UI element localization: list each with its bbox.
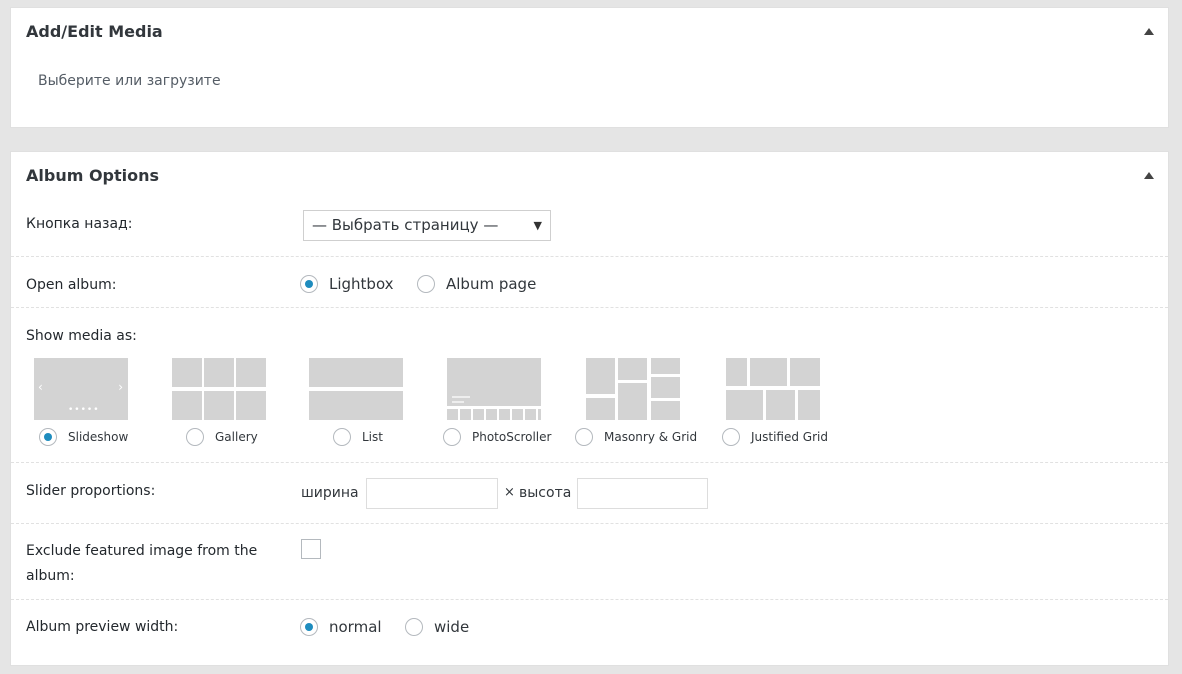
radio-button[interactable]: [186, 428, 204, 446]
radio-masonry-grid[interactable]: Masonry & Grid: [575, 428, 697, 446]
masonry-grid-preview-icon[interactable]: [586, 358, 680, 420]
radio-label: normal: [329, 618, 382, 636]
radio-label: Album page: [446, 275, 537, 293]
divider: [11, 256, 1168, 257]
select-or-upload-hint[interactable]: Выберите или загрузите: [38, 73, 221, 89]
times-sign: ×: [504, 485, 515, 500]
radio-button[interactable]: [575, 428, 593, 446]
panel-title: Album Options: [26, 166, 160, 185]
album-options-panel: Album Options Кнопка назад: — Выбрать ст…: [10, 151, 1169, 666]
slider-height-input[interactable]: [577, 478, 708, 509]
divider: [11, 462, 1168, 463]
radio-label: List: [362, 430, 383, 444]
gallery-preview-icon[interactable]: [172, 358, 266, 420]
radio-wide[interactable]: wide: [405, 618, 469, 636]
divider: [11, 599, 1168, 600]
divider: [11, 523, 1168, 524]
photoscroller-preview-icon[interactable]: [447, 358, 541, 420]
radio-label: Gallery: [215, 430, 258, 444]
radio-list[interactable]: List: [333, 428, 383, 446]
exclude-featured-checkbox[interactable]: [301, 539, 321, 559]
radio-button[interactable]: [300, 275, 318, 293]
slideshow-preview-icon[interactable]: ‹ › •••••: [34, 358, 128, 420]
exclude-featured-label-line1: Exclude featured image from the: [26, 543, 258, 559]
radio-button[interactable]: [39, 428, 57, 446]
radio-lightbox[interactable]: Lightbox: [300, 275, 394, 293]
chevron-down-icon: ▼: [533, 219, 542, 232]
radio-label: Lightbox: [329, 275, 394, 293]
radio-button[interactable]: [443, 428, 461, 446]
radio-label: Masonry & Grid: [604, 430, 698, 444]
radio-button[interactable]: [417, 275, 435, 293]
radio-button[interactable]: [300, 618, 318, 636]
panel-title: Add/Edit Media: [26, 22, 163, 41]
collapse-toggle-icon[interactable]: [1144, 172, 1154, 179]
radio-album-page[interactable]: Album page: [417, 275, 536, 293]
back-button-label: Кнопка назад:: [26, 216, 133, 232]
add-edit-media-panel: Add/Edit Media Выберите или загрузите: [10, 7, 1169, 128]
radio-photoscroller[interactable]: PhotoScroller: [443, 428, 551, 446]
collapse-toggle-icon[interactable]: [1144, 28, 1154, 35]
back-page-select[interactable]: — Выбрать страницу — ▼: [303, 210, 551, 241]
radio-label: Slideshow: [68, 430, 129, 444]
divider: [11, 307, 1168, 308]
radio-gallery[interactable]: Gallery: [186, 428, 258, 446]
slider-proportions-label: Slider proportions:: [26, 483, 156, 499]
radio-slideshow[interactable]: Slideshow: [39, 428, 128, 446]
justified-grid-preview-icon[interactable]: [726, 358, 820, 420]
radio-justified-grid[interactable]: Justified Grid: [722, 428, 828, 446]
list-preview-icon[interactable]: [309, 358, 403, 420]
radio-label: wide: [434, 618, 470, 636]
exclude-featured-label-line2: album:: [26, 568, 75, 584]
radio-button[interactable]: [333, 428, 351, 446]
open-album-label: Open album:: [26, 277, 117, 293]
preview-width-label: Album preview width:: [26, 619, 179, 635]
width-label: ширина: [301, 485, 359, 501]
slider-width-input[interactable]: [366, 478, 498, 509]
radio-label: Justified Grid: [751, 430, 828, 444]
radio-button[interactable]: [722, 428, 740, 446]
select-value: — Выбрать страницу —: [312, 216, 499, 234]
radio-normal[interactable]: normal: [300, 618, 382, 636]
radio-label: PhotoScroller: [472, 430, 552, 444]
radio-button[interactable]: [405, 618, 423, 636]
height-label: высота: [519, 485, 572, 501]
show-media-label: Show media as:: [26, 328, 137, 344]
